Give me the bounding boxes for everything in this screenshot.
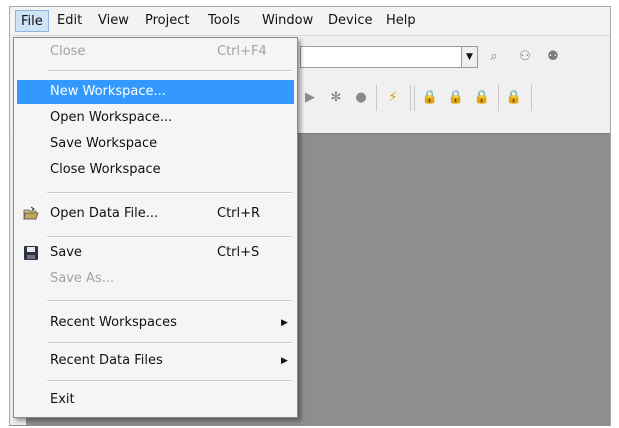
lock-check-icon[interactable]: 🔒 (420, 88, 440, 108)
lock-star-icon[interactable]: 🔒 (504, 88, 524, 108)
menu-separator (47, 300, 292, 302)
recent-data-files-label: Recent Data Files (50, 353, 163, 368)
lock-x-icon[interactable]: 🔒 (472, 88, 492, 108)
open-folder-icon (23, 206, 39, 220)
floppy-disk-icon (24, 246, 38, 260)
menu-file[interactable]: File (15, 10, 49, 32)
menu-separator (47, 342, 292, 344)
menu-window[interactable]: Window (257, 10, 318, 32)
save-as-label: Save As... (50, 271, 115, 286)
file-menu-save-workspace[interactable]: Save Workspace (17, 132, 294, 156)
lock-question-icon[interactable]: 🔒 (446, 88, 466, 108)
toolbar-separator (414, 85, 415, 111)
user-remove-icon[interactable]: ⚉ (543, 47, 563, 67)
toolbar-separator (531, 85, 532, 111)
save-workspace-label: Save Workspace (50, 136, 158, 151)
menu-device[interactable]: Device (323, 10, 377, 32)
open-data-file-label: Open Data File... (50, 206, 159, 221)
chevron-down-icon[interactable]: ▼ (461, 47, 477, 67)
wand-icon[interactable]: ⚡ (383, 88, 403, 108)
close-shortcut: Ctrl+F4 (217, 44, 267, 59)
exit-label: Exit (50, 392, 75, 407)
save-label: Save (50, 245, 82, 260)
menu-bar: File Edit View Project Tools Window Devi… (10, 7, 610, 36)
file-menu-recent-workspaces[interactable]: Recent Workspaces ▶ (17, 311, 294, 335)
file-menu-recent-data-files[interactable]: Recent Data Files ▶ (17, 349, 294, 373)
menu-separator (47, 236, 292, 238)
file-menu-new-workspace[interactable]: New Workspace... (17, 80, 294, 104)
file-menu-exit[interactable]: Exit (17, 388, 294, 412)
file-menu-close-workspace[interactable]: Close Workspace (17, 158, 294, 182)
toolbar-separator (376, 85, 377, 111)
menu-separator (47, 192, 292, 194)
menu-tools[interactable]: Tools (203, 10, 245, 32)
file-menu-open-data-file[interactable]: Open Data File... Ctrl+R (17, 202, 294, 226)
open-workspace-label: Open Workspace... (50, 110, 173, 125)
submenu-arrow-icon: ▶ (281, 318, 288, 328)
recent-workspaces-label: Recent Workspaces (50, 315, 177, 330)
close-label: Close (50, 44, 86, 59)
menu-project[interactable]: Project (140, 10, 194, 32)
file-menu-close[interactable]: Close Ctrl+F4 (17, 40, 294, 64)
menu-edit[interactable]: Edit (52, 10, 87, 32)
user-add-icon[interactable]: ⚇ (515, 47, 535, 67)
file-menu-open-workspace[interactable]: Open Workspace... (17, 106, 294, 130)
acquire-icon[interactable]: ✻ (326, 88, 346, 108)
toolbar-separator (498, 85, 499, 111)
menu-separator (47, 70, 292, 72)
open-data-file-shortcut: Ctrl+R (217, 206, 261, 221)
file-menu-save-as[interactable]: Save As... (17, 267, 294, 291)
file-menu-dropdown: Close Ctrl+F4 New Workspace... Open Work… (13, 37, 298, 418)
menu-separator (47, 380, 292, 382)
toolbar-separator (410, 85, 411, 111)
file-menu-save[interactable]: Save Ctrl+S (17, 241, 294, 265)
close-workspace-label: Close Workspace (50, 162, 161, 177)
play-icon[interactable]: ▶ (300, 88, 320, 108)
save-shortcut: Ctrl+S (217, 245, 260, 260)
new-workspace-label: New Workspace... (50, 84, 166, 99)
menu-help[interactable]: Help (381, 10, 421, 32)
record-icon[interactable]: ● (351, 88, 371, 108)
device-combo[interactable]: ▼ (300, 46, 478, 68)
submenu-arrow-icon: ▶ (281, 356, 288, 366)
find-icon[interactable]: ⌕ (484, 47, 504, 67)
menu-view[interactable]: View (93, 10, 134, 32)
